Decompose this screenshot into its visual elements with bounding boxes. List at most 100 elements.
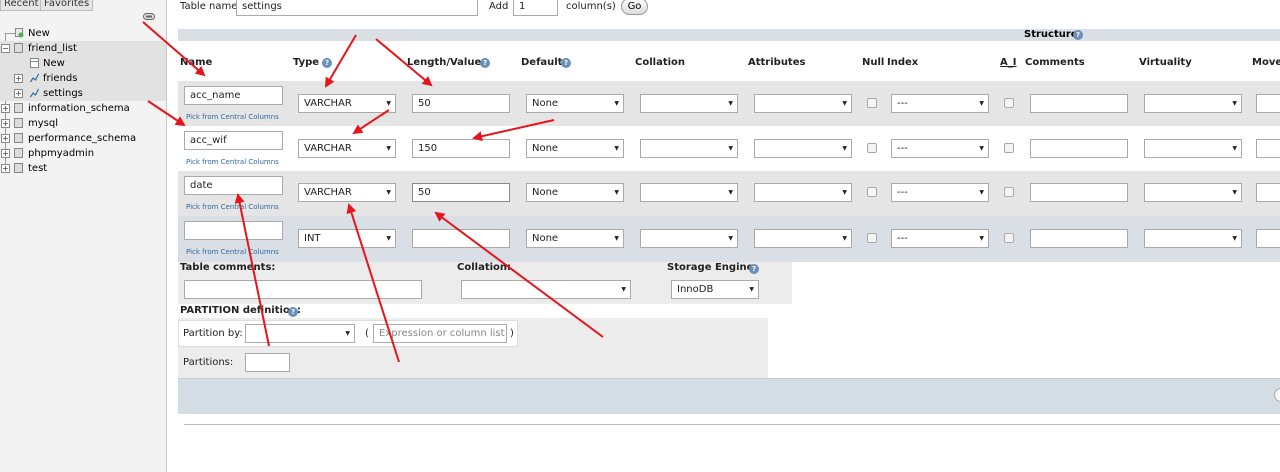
collation-select[interactable] [640,229,738,248]
table-collation-select[interactable] [461,280,631,299]
move-select[interactable] [1256,183,1280,202]
tree-item-new-database[interactable]: New [0,26,166,41]
go-button[interactable]: Go [621,0,648,15]
comments-input[interactable] [1030,229,1128,248]
index-select[interactable]: --- [891,94,989,113]
column-name-input[interactable]: acc_name [184,86,283,105]
tree-label: mysql [28,118,58,129]
move-select[interactable] [1256,229,1280,248]
tree-item-information-schema[interactable]: + information_schema [0,101,166,116]
default-select[interactable]: None [526,229,624,248]
length-input[interactable] [412,229,510,248]
type-select[interactable]: VARCHAR [298,139,396,158]
length-input[interactable]: 50 [412,183,510,202]
default-select[interactable]: None [526,183,624,202]
expand-icon[interactable]: + [1,119,10,128]
column-name-input[interactable]: acc_wif [184,131,283,150]
tree-item-test[interactable]: + test [0,161,166,176]
collation-select[interactable] [640,94,738,113]
virtuality-select[interactable] [1144,139,1242,158]
null-checkbox[interactable] [867,98,877,108]
comments-input[interactable] [1030,139,1128,158]
null-checkbox[interactable] [867,187,877,197]
partition-by-label: Partition by: [183,328,243,339]
tab-favorites[interactable]: Favorites [40,0,94,11]
length-input[interactable]: 50 [412,94,510,113]
comments-input[interactable] [1030,94,1128,113]
navigation-sidebar: Recent Favorites New − friend_list New +… [0,0,167,472]
expand-icon[interactable]: + [1,104,10,113]
help-icon[interactable]: ? [480,58,490,68]
storage-engine-select[interactable]: InnoDB [671,280,759,299]
table-comments-label: Table comments: [180,262,276,273]
pick-central-columns-link[interactable]: Pick from Central Columns [186,158,279,166]
pick-central-columns-link[interactable]: Pick from Central Columns [186,248,279,256]
attributes-select[interactable] [754,229,852,248]
column-name-input[interactable]: date [184,176,283,195]
tree-item-table-settings[interactable]: + settings [0,86,166,101]
comments-input[interactable] [1030,183,1128,202]
type-select[interactable]: VARCHAR [298,183,396,202]
auto-increment-checkbox[interactable] [1004,187,1014,197]
add-columns-input[interactable]: 1 [513,0,558,16]
tree-label: New [28,28,50,39]
null-checkbox[interactable] [867,143,877,153]
table-icon [30,88,39,98]
pick-central-columns-link[interactable]: Pick from Central Columns [186,203,279,211]
collation-select[interactable] [640,139,738,158]
auto-increment-checkbox[interactable] [1004,98,1014,108]
tab-recent[interactable]: Recent [0,0,43,11]
length-input[interactable]: 150 [412,139,510,158]
move-select[interactable] [1256,94,1280,113]
expand-icon[interactable]: + [1,149,10,158]
column-header-index: Index [887,57,919,68]
tree-item-performance-schema[interactable]: + performance_schema [0,131,166,146]
default-select[interactable]: None [526,94,624,113]
tree-item-table-friends[interactable]: + friends [0,71,166,86]
type-select[interactable]: VARCHAR [298,94,396,113]
expand-icon[interactable]: + [1,134,10,143]
attributes-select[interactable] [754,139,852,158]
expand-icon[interactable]: + [14,89,23,98]
partition-by-select[interactable] [245,324,355,343]
help-icon[interactable]: ? [1073,30,1083,40]
auto-increment-checkbox[interactable] [1004,143,1014,153]
collapse-icon[interactable]: − [1,44,10,53]
type-select[interactable]: INT [298,229,396,248]
default-select[interactable]: None [526,139,624,158]
database-icon [14,118,23,128]
partitions-input[interactable] [245,353,290,372]
index-select[interactable]: --- [891,229,989,248]
pick-central-columns-link[interactable]: Pick from Central Columns [186,113,279,121]
table-comments-input[interactable] [184,280,422,299]
partition-expression-input[interactable]: Expression or column list [373,324,507,343]
database-icon [14,163,23,173]
null-checkbox[interactable] [867,233,877,243]
index-select[interactable]: --- [891,183,989,202]
paren-open: ( [365,328,369,339]
tree-item-new-table[interactable]: New [0,56,166,71]
link-chain-icon[interactable] [143,13,155,20]
expand-icon[interactable]: + [14,74,23,83]
attributes-select[interactable] [754,94,852,113]
table-name-input[interactable]: settings [236,0,478,16]
help-icon[interactable]: ? [322,58,332,68]
tree-item-mysql[interactable]: + mysql [0,116,166,131]
virtuality-select[interactable] [1144,94,1242,113]
help-icon[interactable]: ? [561,58,571,68]
tree-item-friend-list[interactable]: − friend_list [0,41,166,56]
tree-item-phpmyadmin[interactable]: + phpmyadmin [0,146,166,161]
database-icon [14,133,23,143]
collation-select[interactable] [640,183,738,202]
help-icon[interactable]: ? [749,264,759,274]
column-name-input[interactable] [184,221,283,240]
virtuality-select[interactable] [1144,229,1242,248]
move-select[interactable] [1256,139,1280,158]
expand-icon[interactable]: + [1,164,10,173]
column-header-default: Default [521,57,563,68]
auto-increment-checkbox[interactable] [1004,233,1014,243]
virtuality-select[interactable] [1144,183,1242,202]
help-icon[interactable]: ? [288,307,298,317]
index-select[interactable]: --- [891,139,989,158]
attributes-select[interactable] [754,183,852,202]
